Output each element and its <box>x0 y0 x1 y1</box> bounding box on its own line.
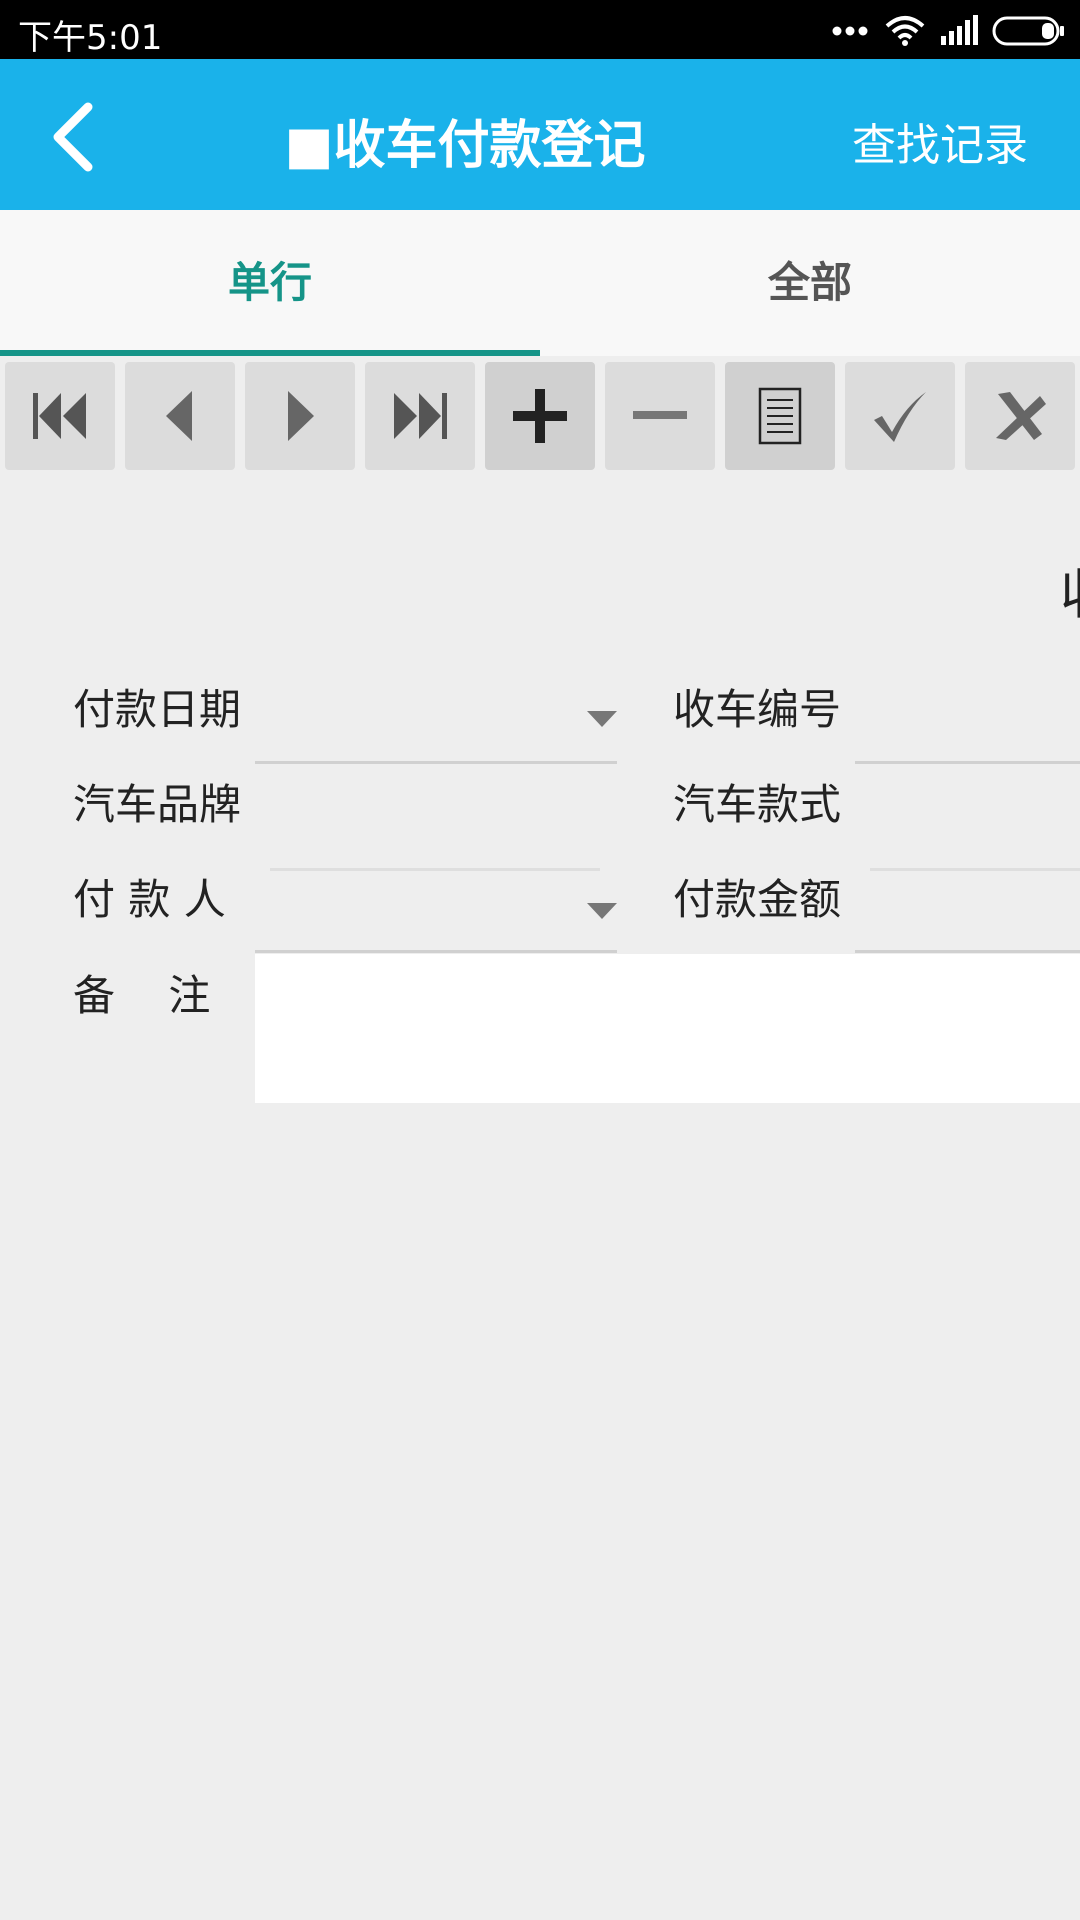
car-receipt-number-field[interactable] <box>855 697 1080 764</box>
previous-icon <box>166 391 192 441</box>
cancel-button[interactable] <box>965 362 1075 470</box>
next-record-button[interactable] <box>245 362 355 470</box>
list-button[interactable] <box>725 362 835 470</box>
first-record-icon <box>33 393 86 439</box>
previous-record-button[interactable] <box>125 362 235 470</box>
add-record-button[interactable] <box>485 362 595 470</box>
payment-date-field[interactable] <box>255 697 617 764</box>
status-bar: 下午5:01 <box>0 0 1080 59</box>
confirm-button[interactable] <box>845 362 955 470</box>
list-icon <box>758 387 802 445</box>
last-record-button[interactable] <box>365 362 475 470</box>
tab-all[interactable]: 全部 <box>540 210 1080 356</box>
car-model-field[interactable] <box>870 804 1080 871</box>
find-records-button[interactable]: 查找记录 <box>852 109 1028 173</box>
remarks-textarea[interactable] <box>255 954 1080 1103</box>
more-dots-icon <box>832 22 868 41</box>
tab-bar: 单行 全部 <box>0 210 1080 356</box>
form-heading: 收 <box>1060 550 1080 629</box>
payment-amount-field[interactable] <box>855 886 1080 953</box>
car-brand-field[interactable] <box>270 804 600 871</box>
next-icon <box>288 391 314 441</box>
payment-date-label: 付款日期 <box>73 685 242 734</box>
confirm-icon <box>874 392 926 442</box>
car-receipt-number-label: 收车编号 <box>673 685 842 734</box>
status-time: 下午5:01 <box>18 18 163 58</box>
wifi-icon <box>884 14 926 50</box>
cancel-icon <box>996 392 1046 440</box>
delete-record-button[interactable] <box>605 362 715 470</box>
payment-amount-label: 付款金额 <box>673 875 842 924</box>
app-bar: ■收车付款登记 查找记录 <box>0 59 1080 210</box>
signal-icon <box>940 14 980 50</box>
tab-single-row[interactable]: 单行 <box>0 210 540 356</box>
payer-dropdown-icon[interactable] <box>587 903 617 919</box>
record-toolbar <box>0 356 1080 472</box>
last-record-icon <box>394 393 447 439</box>
remove-icon <box>633 411 687 419</box>
add-icon <box>513 389 567 443</box>
payment-date-dropdown-icon[interactable] <box>587 711 617 727</box>
remarks-label: 备 注 <box>73 971 211 1020</box>
battery-icon <box>992 16 1066 50</box>
payer-label: 付 款 人 <box>73 875 226 924</box>
payer-field[interactable] <box>255 886 617 953</box>
car-model-label: 汽车款式 <box>673 780 842 829</box>
page-title: ■收车付款登记 <box>284 116 646 176</box>
first-record-button[interactable] <box>5 362 115 470</box>
car-brand-label: 汽车品牌 <box>73 780 242 829</box>
